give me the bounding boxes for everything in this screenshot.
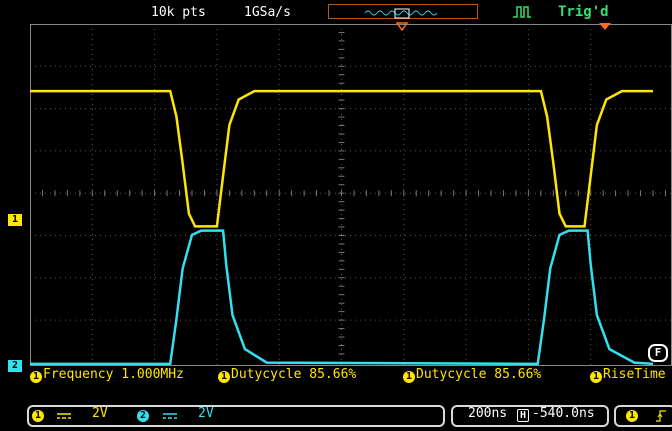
source-badge: 1 [218, 371, 230, 383]
channel-2-badge[interactable]: 2 [137, 410, 149, 422]
trigger-status: Trig'd [558, 4, 609, 20]
bottom-bar: 1 2V 2 2V 200ns H -540.0ns 1 [0, 402, 672, 431]
source-badge: 1 [30, 371, 42, 383]
measurement-text: RiseTime [603, 367, 666, 382]
measurement-3[interactable]: 1 Dutycycle 85.66% [403, 366, 541, 384]
measurement-2[interactable]: 1 Dutycycle 85.66% [218, 366, 356, 384]
record-length: 10k pts [151, 5, 206, 20]
waveform-display[interactable] [30, 24, 672, 366]
measurement-4[interactable]: 1 RiseTime [590, 366, 666, 384]
trigger-source-badge: 1 [626, 410, 638, 422]
dc-coupling-icon [57, 413, 71, 419]
measurement-bar: 1 Frequency 1.000MHz 1 Dutycycle 85.66% 1D… [0, 366, 672, 384]
time-scale: 200ns [468, 406, 508, 421]
sample-rate: 1GSa/s [244, 5, 291, 20]
rising-edge-icon [656, 410, 666, 422]
status-bar: 10k pts 1GSa/s Trig'd [0, 0, 672, 24]
measurement-text: Dutycycle 85.66% [231, 367, 357, 382]
trigger-marker-icon[interactable] [598, 22, 612, 31]
channel-2-scale: 2V [198, 406, 214, 421]
vertical-panel[interactable] [27, 405, 445, 427]
source-badge: 1 [590, 371, 602, 383]
memory-timeline[interactable] [328, 4, 478, 19]
horizontal-position: -540.0ns [532, 406, 595, 421]
channel-1-scale: 2V [92, 406, 108, 421]
measurement-1[interactable]: 1 Frequency 1.000MHz [30, 366, 184, 384]
trigger-position-icon[interactable] [396, 22, 408, 31]
measurement-text: Frequency 1.000MHz [43, 367, 184, 382]
horizontal-position-icon: H [517, 409, 529, 422]
channel-1-badge[interactable]: 1 [32, 410, 44, 422]
dc-coupling-icon [163, 413, 177, 419]
source-badge: 1 [403, 371, 415, 383]
channel-1-ground-marker[interactable]: 1 [8, 214, 22, 226]
f-button[interactable]: F [648, 344, 668, 362]
trigger-mode-icon [513, 6, 531, 18]
waveform-overview-icon [364, 8, 438, 19]
measurement-text: Dutycycle 85.66% [416, 367, 542, 382]
